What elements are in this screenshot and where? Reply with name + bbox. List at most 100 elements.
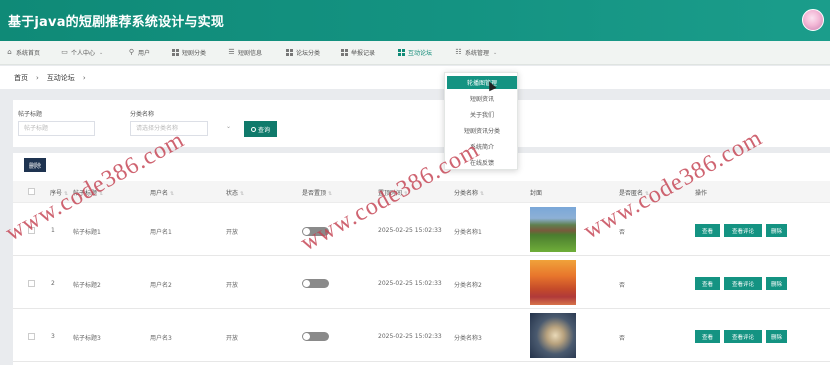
query-button[interactable]: 查询 xyxy=(244,121,277,137)
category-select[interactable] xyxy=(130,121,208,136)
cover-image xyxy=(530,260,576,305)
grid-icon xyxy=(286,49,293,56)
col-anonymous[interactable]: 是否匿名 ⇅ xyxy=(619,188,649,197)
grid-icon xyxy=(172,49,179,56)
nav-label: 举报记录 xyxy=(351,50,376,57)
row-checkbox[interactable] xyxy=(28,280,35,287)
nav-label: 互动论坛 xyxy=(408,50,433,57)
chevron-down-icon: ⌄ xyxy=(493,49,498,56)
batch-delete-button[interactable]: 删除 xyxy=(24,158,46,172)
nav-item-report-records[interactable]: 举报记录 xyxy=(341,41,398,65)
view-comments-button[interactable]: 查看评论 xyxy=(724,330,762,343)
menu-item-drama-news[interactable]: 短剧资讯 xyxy=(445,92,519,105)
status: 开放 xyxy=(226,282,239,289)
nav-label: 系统首页 xyxy=(16,50,41,57)
anonymous-flag: 否 xyxy=(619,229,626,236)
nav-item-system-management[interactable]: ☷ 系统管理 ⌄ xyxy=(455,41,515,65)
pinned-toggle[interactable] xyxy=(302,332,329,341)
category-field-label: 分类名称 xyxy=(130,111,155,118)
nav-label: 个人中心 xyxy=(71,50,96,57)
status: 开放 xyxy=(226,229,239,236)
chevron-right-icon: › xyxy=(36,73,39,82)
menu-item-online-feedback[interactable]: 在线反馈 xyxy=(445,156,519,169)
col-cover: 封面 xyxy=(530,190,543,197)
system-management-dropdown: 轮播图管理 短剧资讯 关于我们 短剧资讯分类 系统简介 在线反馈 xyxy=(444,72,518,170)
nav-label: 短剧分类 xyxy=(182,50,207,57)
post-title: 帖子标题1 xyxy=(73,229,101,236)
nav-item-forum[interactable]: 互动论坛 xyxy=(398,41,455,65)
forum-table-panel: 删除 序号 ⇅ 帖子标题 ⇅ 用户名 ⇅ 状态 ⇅ 是否置顶 ⇅ 置顶时间 ⇅ 分类名称 ⇅ … xyxy=(13,153,830,365)
menu-item-system-intro[interactable]: 系统简介 xyxy=(445,140,519,153)
col-pinned-time[interactable]: 置顶时间 ⇅ xyxy=(378,188,408,197)
app-header: 基于java的短剧推荐系统设计与实现 xyxy=(0,0,830,41)
view-button[interactable]: 查看 xyxy=(695,330,720,343)
top-nav: ⌂ 系统首页 ▭ 个人中心 ⌄ ⚲ 用户 短剧分类 ☰ 短剧信息 论坛分类 举报… xyxy=(0,41,830,65)
delete-button[interactable]: 删除 xyxy=(766,277,787,290)
user-avatar[interactable] xyxy=(802,9,824,31)
menu-item-about-us[interactable]: 关于我们 xyxy=(445,108,519,121)
person-icon: ⚲ xyxy=(128,48,135,56)
grid-icon xyxy=(341,49,348,56)
col-username[interactable]: 用户名 ⇅ xyxy=(150,188,174,197)
view-comments-button[interactable]: 查看评论 xyxy=(724,277,762,290)
row-checkbox[interactable] xyxy=(28,227,35,234)
menu-item-carousel-management[interactable]: 轮播图管理 xyxy=(447,76,517,89)
menu-item-news-category[interactable]: 短剧资讯分类 xyxy=(445,124,519,137)
breadcrumb: 首页 › 互动论坛 › xyxy=(0,66,830,89)
list-icon: ☰ xyxy=(228,48,235,56)
category-name: 分类名称2 xyxy=(454,282,482,289)
nav-item-drama-category[interactable]: 短剧分类 xyxy=(172,41,228,65)
pinned-toggle[interactable] xyxy=(302,279,329,288)
view-comments-button[interactable]: 查看评论 xyxy=(724,224,762,237)
delete-button[interactable]: 删除 xyxy=(766,224,787,237)
username: 用户名3 xyxy=(150,335,172,342)
nav-label: 短剧信息 xyxy=(238,50,263,57)
settings-list-icon: ☷ xyxy=(455,48,462,56)
col-index[interactable]: 序号 ⇅ xyxy=(50,188,68,197)
table-header: 序号 ⇅ 帖子标题 ⇅ 用户名 ⇅ 状态 ⇅ 是否置顶 ⇅ 置顶时间 ⇅ 分类名称 ⇅ 封面 … xyxy=(13,181,830,203)
username: 用户名2 xyxy=(150,282,172,289)
status: 开放 xyxy=(226,335,239,342)
table-row: 3 帖子标题3 用户名3 开放 2025-02-25 15:02:33 分类名称… xyxy=(13,310,830,362)
nav-item-forum-category[interactable]: 论坛分类 xyxy=(286,41,341,65)
chevron-down-icon: ⌄ xyxy=(99,49,104,56)
pinned-toggle[interactable] xyxy=(302,227,329,236)
search-icon xyxy=(250,126,256,132)
breadcrumb-home[interactable]: 首页 xyxy=(14,73,28,83)
nav-label: 系统管理 xyxy=(465,50,490,57)
row-index: 1 xyxy=(51,227,55,234)
breadcrumb-current: 互动论坛 xyxy=(46,73,75,82)
pinned-time: 2025-02-25 15:02:33 xyxy=(378,333,442,340)
nav-label: 论坛分类 xyxy=(296,50,321,57)
anonymous-flag: 否 xyxy=(619,335,626,342)
nav-item-drama-info[interactable]: ☰ 短剧信息 xyxy=(228,41,286,65)
row-checkbox[interactable] xyxy=(28,333,35,340)
col-title[interactable]: 帖子标题 ⇅ xyxy=(73,188,103,197)
chevron-right-icon: › xyxy=(82,73,86,82)
category-name: 分类名称1 xyxy=(454,229,482,236)
title-search-input[interactable] xyxy=(18,121,95,136)
nav-item-profile-center[interactable]: ▭ 个人中心 ⌄ xyxy=(61,41,128,65)
anonymous-flag: 否 xyxy=(619,282,626,289)
post-title: 帖子标题2 xyxy=(73,282,101,289)
nav-item-home[interactable]: ⌂ 系统首页 xyxy=(6,41,61,65)
grid-icon xyxy=(398,49,405,56)
chevron-down-icon: ⌄ xyxy=(226,123,232,130)
category-name: 分类名称3 xyxy=(454,335,482,342)
title-field-label: 帖子标题 xyxy=(18,111,43,118)
col-category[interactable]: 分类名称 ⇅ xyxy=(454,188,484,197)
col-pinned[interactable]: 是否置顶 ⇅ xyxy=(302,188,332,197)
username: 用户名1 xyxy=(150,229,172,236)
row-index: 2 xyxy=(51,280,55,287)
select-all-checkbox[interactable] xyxy=(28,188,35,195)
nav-item-users[interactable]: ⚲ 用户 xyxy=(128,41,172,65)
delete-button[interactable]: 删除 xyxy=(766,330,787,343)
col-actions: 操作 xyxy=(695,190,708,197)
col-status[interactable]: 状态 ⇅ xyxy=(226,188,244,197)
app-title: 基于java的短剧推荐系统设计与实现 xyxy=(8,15,225,30)
cover-image xyxy=(530,207,576,252)
row-index: 3 xyxy=(51,333,55,340)
view-button[interactable]: 查看 xyxy=(695,277,720,290)
query-button-label: 查询 xyxy=(257,127,270,134)
view-button[interactable]: 查看 xyxy=(695,224,720,237)
